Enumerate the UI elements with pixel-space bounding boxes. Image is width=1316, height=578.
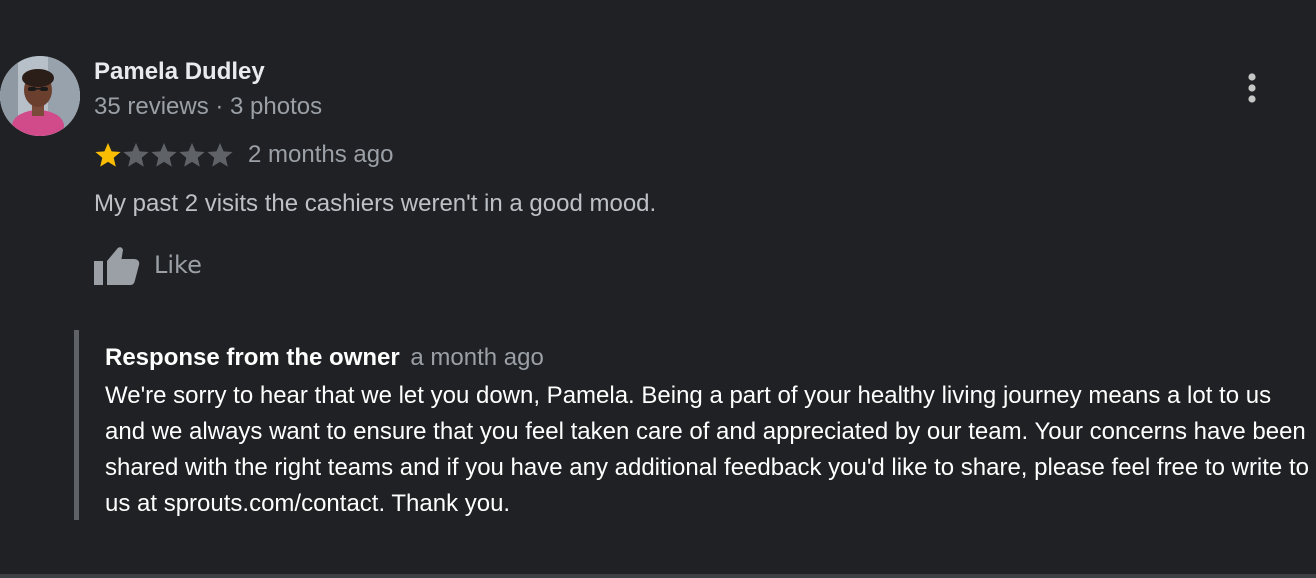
author-name[interactable]: Pamela Dudley xyxy=(94,58,265,86)
more-options-button[interactable] xyxy=(1236,70,1268,106)
owner-response-time: a month ago xyxy=(410,344,544,371)
star-rating xyxy=(94,142,234,168)
like-label: Like xyxy=(154,251,202,279)
star-empty-icon xyxy=(179,143,205,167)
star-empty-icon xyxy=(123,143,149,167)
thumb-up-icon xyxy=(94,247,140,285)
more-vert-icon xyxy=(1248,73,1256,103)
divider xyxy=(0,574,1316,578)
review-card: Pamela Dudley 35 reviews · 3 photos 2 mo… xyxy=(0,0,1316,578)
like-button[interactable]: Like xyxy=(94,244,202,286)
star-empty-icon xyxy=(151,143,177,167)
owner-response-header: Response from the owner a month ago xyxy=(105,344,544,372)
owner-response-text: We're sorry to hear that we let you down… xyxy=(105,382,1309,517)
review-time: 2 months ago xyxy=(248,141,394,168)
owner-response-label: Response from the owner xyxy=(105,344,400,371)
star-filled-icon xyxy=(95,143,121,167)
avatar[interactable] xyxy=(0,56,80,136)
star-empty-icon xyxy=(207,143,233,167)
rating-row: 2 months ago xyxy=(94,140,393,170)
author-meta: 35 reviews · 3 photos xyxy=(94,93,323,120)
owner-response: Response from the owner a month ago We'r… xyxy=(74,330,1316,520)
review-text: My past 2 visits the cashiers weren't in… xyxy=(94,190,657,217)
